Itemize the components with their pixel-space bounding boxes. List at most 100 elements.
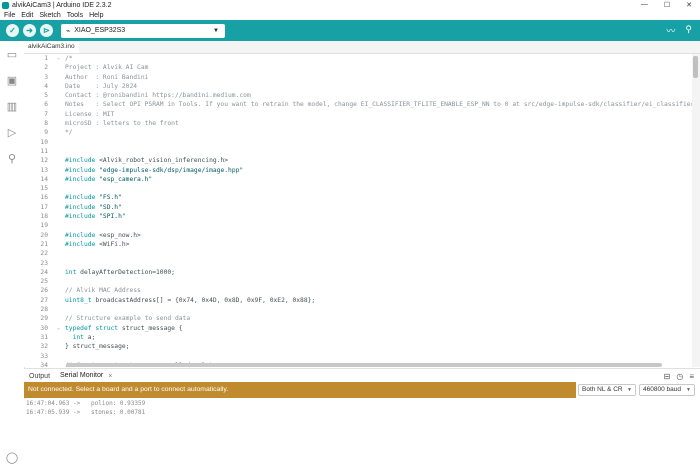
- code-line[interactable]: 29 // Structure example to send data: [24, 314, 692, 323]
- fold-icon[interactable]: [57, 277, 65, 286]
- menu-edit[interactable]: Edit: [21, 12, 33, 19]
- menu-file[interactable]: File: [4, 12, 15, 19]
- timestamp-icon[interactable]: ◷: [676, 372, 683, 381]
- fold-icon[interactable]: [57, 286, 65, 295]
- code-line[interactable]: 13 #include "edge-impulse-sdk/dsp/image/i…: [24, 166, 692, 175]
- fold-icon[interactable]: [57, 147, 65, 156]
- tab-serial-monitor[interactable]: Serial Monitor: [55, 369, 109, 383]
- code-line[interactable]: 21 #include <WiFi.h>: [24, 240, 692, 249]
- code-line[interactable]: 7 License : MIT: [24, 110, 692, 119]
- fold-icon[interactable]: [57, 268, 65, 277]
- fold-icon[interactable]: [57, 73, 65, 82]
- editor-vertical-scrollbar[interactable]: [692, 54, 700, 367]
- board-selector[interactable]: ⌁ XIAO_ESP32S3 ▼: [61, 23, 225, 38]
- code-line[interactable]: 23: [24, 259, 692, 268]
- code-line[interactable]: 17 #include "SD.h": [24, 203, 692, 212]
- fold-icon[interactable]: [57, 110, 65, 119]
- code-line[interactable]: 18 #include "SPI.h": [24, 212, 692, 221]
- code-line[interactable]: 22: [24, 249, 692, 258]
- code-line[interactable]: 19: [24, 221, 692, 230]
- fold-icon[interactable]: ⌄: [57, 54, 65, 63]
- fold-icon[interactable]: [57, 166, 65, 175]
- serial-plotter-button[interactable]: 〰: [666, 24, 675, 37]
- close-window-button[interactable]: ✕: [686, 1, 692, 9]
- fold-icon[interactable]: [57, 296, 65, 305]
- fold-icon[interactable]: [57, 82, 65, 91]
- code-line[interactable]: 2 Project : Alvik AI Cam: [24, 63, 692, 72]
- code-line[interactable]: 26 // Alvik MAC Address: [24, 286, 692, 295]
- code-editor[interactable]: 1 ⌄/* 2 Project : Alvik AI Cam 3 Author : Ron…: [24, 54, 692, 367]
- account-icon[interactable]: ◯: [0, 449, 24, 465]
- code-line[interactable]: 16 #include "FS.h": [24, 193, 692, 202]
- menu-tools[interactable]: Tools: [67, 12, 83, 19]
- fold-icon[interactable]: [57, 231, 65, 240]
- code-line[interactable]: 4 Date : July 2024: [24, 82, 692, 91]
- boards-manager-icon[interactable]: ▣: [0, 67, 24, 93]
- code-line[interactable]: 11: [24, 147, 692, 156]
- fold-icon[interactable]: [57, 352, 65, 361]
- fold-icon[interactable]: [57, 314, 65, 323]
- upload-button[interactable]: ➜: [23, 24, 36, 37]
- code-line[interactable]: 3 Author : Roni Bandini: [24, 73, 692, 82]
- tab-output[interactable]: Output: [24, 370, 55, 383]
- code-line[interactable]: 9 */: [24, 128, 692, 137]
- baud-rate-select[interactable]: 460800 baud ▼: [639, 384, 695, 396]
- debug-button[interactable]: ⊳: [40, 24, 53, 37]
- code-line[interactable]: 30 ⌄ typedef struct struct_message {: [24, 324, 692, 333]
- fold-icon[interactable]: [57, 333, 65, 342]
- fold-icon[interactable]: [57, 91, 65, 100]
- code-line[interactable]: 8 microSD : letters to the front: [24, 119, 692, 128]
- editor-horizontal-scrollbar[interactable]: [66, 363, 662, 367]
- code-line[interactable]: 32} struct_message;: [24, 342, 692, 351]
- clear-output-icon[interactable]: ≡: [689, 372, 694, 381]
- code-line[interactable]: 27 uint8_t broadcastAddress[] = {0x74, 0x…: [24, 296, 692, 305]
- code-line[interactable]: 33: [24, 352, 692, 361]
- fold-icon[interactable]: [57, 305, 65, 314]
- serial-monitor-button[interactable]: ⚲: [685, 24, 692, 37]
- fold-icon[interactable]: [57, 221, 65, 230]
- scrollbar-thumb[interactable]: [693, 56, 698, 78]
- fold-icon[interactable]: [57, 100, 65, 109]
- fold-icon[interactable]: [57, 193, 65, 202]
- tab-alvikaicam3[interactable]: alvikAiCam3.ino: [24, 41, 79, 53]
- code-line[interactable]: 5 Contact : @ronibandini https://bandini.…: [24, 91, 692, 100]
- maximize-button[interactable]: ☐: [664, 1, 670, 9]
- sketchbook-folder-icon[interactable]: ▭: [0, 41, 24, 67]
- debug-panel-icon[interactable]: ▷: [0, 119, 24, 145]
- code-line[interactable]: 6 Notes : Select OPI PSRAM in Tools. If y…: [24, 100, 692, 109]
- code-line[interactable]: 28: [24, 305, 692, 314]
- line-ending-select[interactable]: Both NL & CR ▼: [578, 384, 636, 396]
- library-manager-icon[interactable]: ▥: [0, 93, 24, 119]
- fold-icon[interactable]: [57, 240, 65, 249]
- fold-icon[interactable]: [57, 249, 65, 258]
- minimize-button[interactable]: —: [641, 1, 648, 9]
- code-line[interactable]: 24 int delayAfterDetection=1000;: [24, 268, 692, 277]
- close-icon[interactable]: ×: [108, 373, 112, 380]
- code-line[interactable]: 1 ⌄/*: [24, 54, 692, 63]
- fold-icon[interactable]: [57, 156, 65, 165]
- code-line[interactable]: 25: [24, 277, 692, 286]
- fold-icon[interactable]: [57, 138, 65, 147]
- fold-icon[interactable]: [57, 259, 65, 268]
- code-line[interactable]: 14 #include "esp_camera.h": [24, 175, 692, 184]
- fold-icon[interactable]: [57, 361, 65, 367]
- search-icon[interactable]: ⚲: [0, 145, 24, 171]
- menu-help[interactable]: Help: [89, 12, 103, 19]
- fold-icon[interactable]: ⌄: [57, 324, 65, 333]
- code-line[interactable]: 31 int a;: [24, 333, 692, 342]
- code-line[interactable]: 15: [24, 184, 692, 193]
- autoscroll-icon[interactable]: ⊟: [664, 372, 671, 381]
- fold-icon[interactable]: [57, 212, 65, 221]
- fold-icon[interactable]: [57, 175, 65, 184]
- fold-icon[interactable]: [57, 119, 65, 128]
- fold-icon[interactable]: [57, 63, 65, 72]
- menu-sketch[interactable]: Sketch: [39, 12, 60, 19]
- code-line[interactable]: 20 #include <esp_now.h>: [24, 231, 692, 240]
- fold-icon[interactable]: [57, 342, 65, 351]
- fold-icon[interactable]: [57, 184, 65, 193]
- code-line[interactable]: 12 #include <Alvik_robot_vision_inferenci…: [24, 156, 692, 165]
- fold-icon[interactable]: [57, 203, 65, 212]
- fold-icon[interactable]: [57, 128, 65, 137]
- code-line[interactable]: 10: [24, 138, 692, 147]
- verify-button[interactable]: ✓: [6, 24, 19, 37]
